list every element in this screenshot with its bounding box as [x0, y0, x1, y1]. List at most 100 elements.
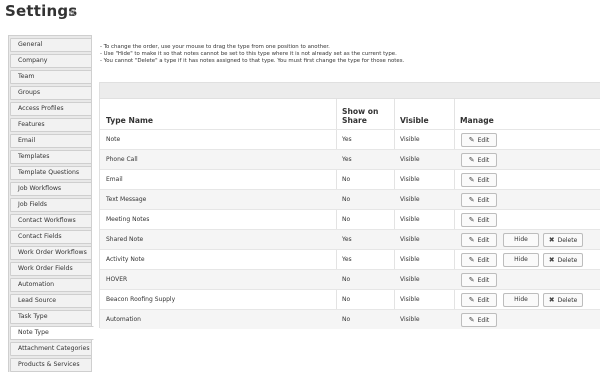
show-on-share-cell: No — [342, 176, 351, 183]
visible-cell: Visible — [400, 216, 420, 223]
settings-sidebar: General Company Team Groups Access Profiles F… — [8, 35, 94, 372]
table-row[interactable]: Beacon Roofing Supply No Visible ✎ Edit Hide ✖… — [100, 289, 600, 309]
type-name-cell: Email — [106, 176, 123, 183]
type-name-cell: Note — [106, 136, 121, 143]
note-type-table: Type Name Show on Share Visible Manage N… — [99, 82, 600, 329]
sidebar-item-template-questions[interactable]: Template Questions — [10, 166, 92, 180]
pencil-icon: ✎ — [468, 296, 475, 304]
column-header-type-name: Type Name — [100, 99, 336, 129]
show-on-share-cell: Yes — [342, 256, 352, 263]
edit-button-label: Edit — [477, 297, 490, 304]
sidebar-item-groups[interactable]: Groups — [10, 86, 92, 100]
table-row[interactable]: Phone Call Yes Visible ✎ Edit — [100, 149, 600, 169]
delete-button[interactable]: ✖ Delete — [543, 233, 583, 247]
edit-button[interactable]: ✎ Edit — [461, 133, 497, 147]
trash-icon: ✖ — [548, 236, 555, 244]
show-on-share-cell: No — [342, 296, 351, 303]
table-row[interactable]: Activity Note Yes Visible ✎ Edit Hide ✖ Delete — [100, 249, 600, 269]
show-on-share-cell: Yes — [342, 156, 352, 163]
table-row[interactable]: Email No Visible ✎ Edit — [100, 169, 600, 189]
sidebar-item-work-order-workflows[interactable]: Work Order Workflows — [10, 246, 92, 260]
sidebar-item-general[interactable]: General — [10, 38, 92, 52]
hide-button[interactable]: Hide — [503, 293, 539, 307]
sidebar-item-job-workflows[interactable]: Job Workflows — [10, 182, 92, 196]
sidebar-item-features[interactable]: Features — [10, 118, 92, 132]
sidebar-item-note-type[interactable]: Note Type — [10, 326, 94, 340]
trash-icon: ✖ — [548, 256, 555, 264]
visible-cell: Visible — [400, 296, 420, 303]
show-on-share-cell: Yes — [342, 136, 352, 143]
delete-button-label: Delete — [557, 297, 578, 304]
instruction-line: - You cannot "Delete" a type if it has n… — [100, 58, 405, 64]
edit-button[interactable]: ✎ Edit — [461, 313, 497, 327]
sidebar-item-attachment-categories[interactable]: Attachment Categories — [10, 342, 92, 356]
sidebar-item-lead-source[interactable]: Lead Source — [10, 294, 92, 308]
sidebar-item-contact-fields[interactable]: Contact Fields — [10, 230, 92, 244]
edit-button-label: Edit — [477, 177, 490, 184]
sidebar-item-email[interactable]: Email — [10, 134, 92, 148]
pencil-icon: ✎ — [468, 196, 475, 204]
edit-button-label: Edit — [477, 257, 490, 264]
hide-button[interactable]: Hide — [503, 233, 539, 247]
hide-button-label: Hide — [514, 256, 528, 263]
edit-button-label: Edit — [477, 197, 490, 204]
edit-button[interactable]: ✎ Edit — [461, 253, 497, 267]
visible-cell: Visible — [400, 236, 420, 243]
hide-button-label: Hide — [514, 236, 528, 243]
type-name-cell: Shared Note — [106, 236, 144, 243]
column-header-show-on-share: Show on Share — [336, 99, 394, 129]
type-name-cell: Automation — [106, 316, 141, 323]
column-header-label: Share — [342, 116, 367, 125]
table-row[interactable]: Note Yes Visible ✎ Edit — [100, 129, 600, 149]
table-row[interactable]: Automation No Visible ✎ Edit — [100, 309, 600, 329]
edit-button[interactable]: ✎ Edit — [461, 293, 497, 307]
edit-button-label: Edit — [477, 217, 490, 224]
delete-button[interactable]: ✖ Delete — [543, 253, 583, 267]
edit-button-label: Edit — [477, 157, 490, 164]
hide-button[interactable]: Hide — [503, 253, 539, 267]
edit-button[interactable]: ✎ Edit — [461, 233, 497, 247]
edit-button-label: Edit — [477, 237, 490, 244]
pencil-icon: ✎ — [468, 136, 475, 144]
sidebar-item-products-services[interactable]: Products & Services — [10, 358, 92, 372]
edit-button[interactable]: ✎ Edit — [461, 153, 497, 167]
pencil-icon: ✎ — [468, 316, 475, 324]
table-row[interactable]: Shared Note Yes Visible ✎ Edit Hide ✖ Delete — [100, 229, 600, 249]
pencil-icon: ✎ — [468, 156, 475, 164]
edit-button[interactable]: ✎ Edit — [461, 193, 497, 207]
sidebar-item-task-type[interactable]: Task Type — [10, 310, 92, 324]
sidebar-item-automation[interactable]: Automation — [10, 278, 92, 292]
show-on-share-cell: Yes — [342, 236, 352, 243]
table-row[interactable]: Text Message No Visible ✎ Edit — [100, 189, 600, 209]
table-row[interactable]: HOVER No Visible ✎ Edit — [100, 269, 600, 289]
sidebar-item-contact-workflows[interactable]: Contact Workflows — [10, 214, 92, 228]
type-name-cell: Text Message — [106, 196, 147, 203]
type-name-cell: HOVER — [106, 276, 128, 283]
collapse-sidebar-icon[interactable]: « — [68, 6, 77, 20]
edit-button-label: Edit — [477, 317, 490, 324]
delete-button-label: Delete — [557, 237, 578, 244]
sidebar-item-work-order-fields[interactable]: Work Order Fields — [10, 262, 92, 276]
sidebar-item-company[interactable]: Company — [10, 54, 92, 68]
column-header-visible: Visible — [394, 99, 454, 129]
delete-button[interactable]: ✖ Delete — [543, 293, 583, 307]
pencil-icon: ✎ — [468, 256, 475, 264]
type-name-cell: Meeting Notes — [106, 216, 150, 223]
edit-button[interactable]: ✎ Edit — [461, 273, 497, 287]
sidebar-item-access-profiles[interactable]: Access Profiles — [10, 102, 92, 116]
pencil-icon: ✎ — [468, 276, 475, 284]
table-row[interactable]: Meeting Notes No Visible ✎ Edit — [100, 209, 600, 229]
page-title: Settings — [5, 2, 78, 20]
show-on-share-cell: No — [342, 276, 351, 283]
edit-button[interactable]: ✎ Edit — [461, 173, 497, 187]
sidebar-item-job-fields[interactable]: Job Fields — [10, 198, 92, 212]
sidebar-item-team[interactable]: Team — [10, 70, 92, 84]
visible-cell: Visible — [400, 196, 420, 203]
column-header-label: Manage — [460, 116, 494, 125]
edit-button[interactable]: ✎ Edit — [461, 213, 497, 227]
table-header-band — [100, 83, 600, 99]
sidebar-item-templates[interactable]: Templates — [10, 150, 92, 164]
instructions: - To change the order, use your mouse to… — [100, 44, 600, 65]
page-header: Settings « — [0, 0, 600, 30]
type-name-cell: Beacon Roofing Supply — [106, 296, 176, 303]
